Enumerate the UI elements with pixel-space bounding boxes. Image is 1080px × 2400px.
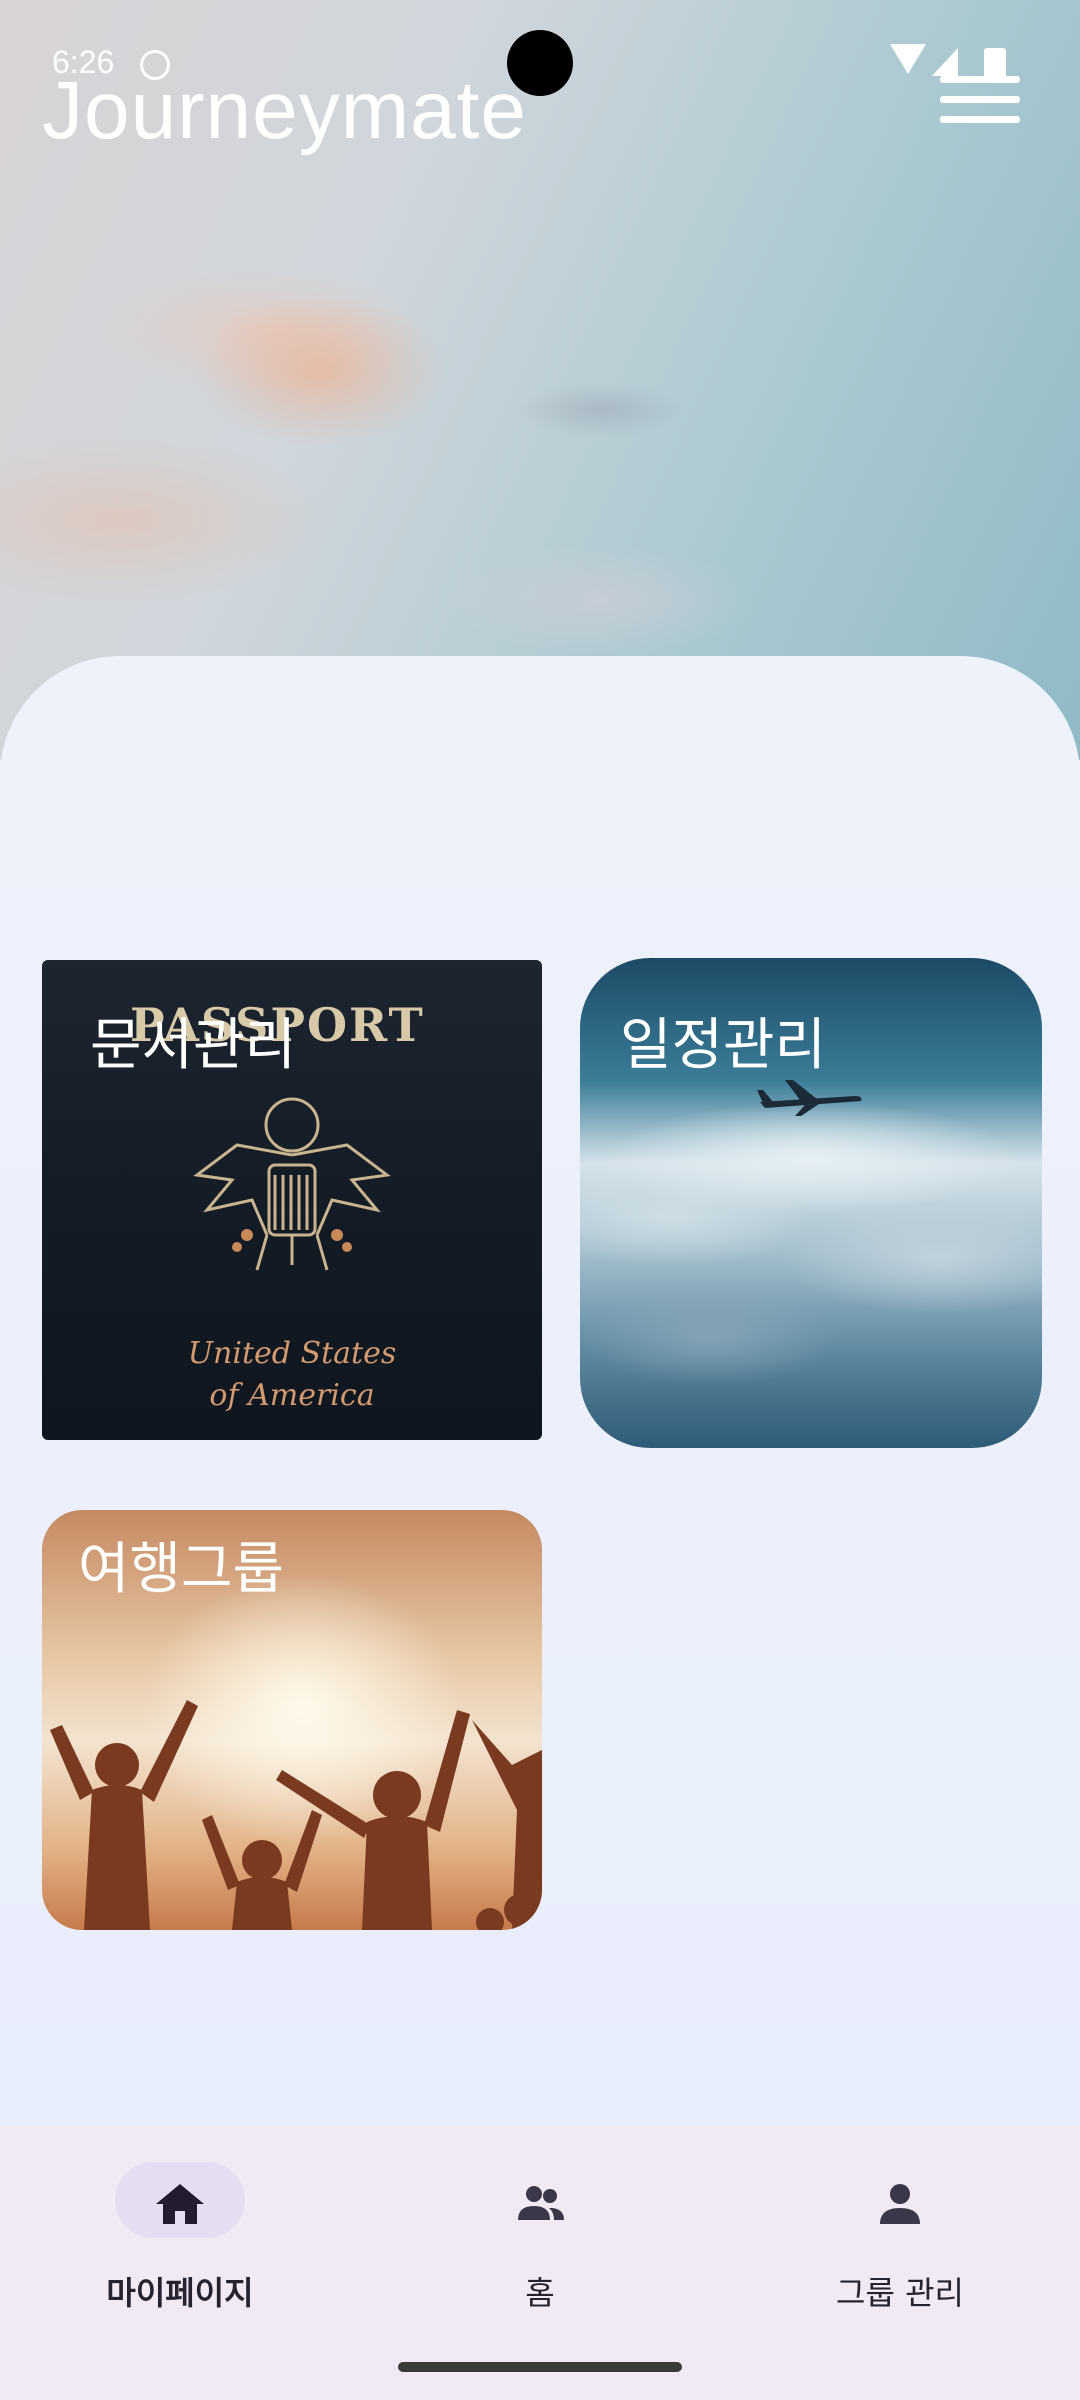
airplane-icon bbox=[757, 1080, 862, 1116]
group-card[interactable]: 여행그룹 bbox=[42, 1510, 542, 1930]
nav-item-group-management[interactable]: 그룹 관리 bbox=[750, 2162, 1050, 2332]
wifi-icon bbox=[890, 44, 926, 74]
gesture-home-indicator[interactable] bbox=[398, 2362, 682, 2372]
signal-icon bbox=[932, 48, 958, 76]
nav-item-mypage[interactable]: 마이페이지 bbox=[30, 2162, 330, 2332]
battery-icon bbox=[984, 48, 1006, 78]
passport-country-line1: United States bbox=[187, 1336, 397, 1371]
eagle-emblem-icon bbox=[193, 1097, 391, 1271]
nav-label-home: 홈 bbox=[525, 2274, 555, 2312]
bottom-navigation-bar: 마이페이지 홈 그룹 관리 bbox=[0, 2126, 1080, 2400]
app-screen: 6:26 Journeymate PASSPORT United States … bbox=[0, 0, 1080, 2400]
app-title: Journeymate bbox=[42, 65, 528, 156]
schedule-card[interactable]: 일정관리 bbox=[580, 958, 1042, 1448]
nav-label-mypage: 마이페이지 bbox=[106, 2274, 254, 2312]
nav-label-group-management: 그룹 관리 bbox=[836, 2274, 964, 2312]
nav-item-home[interactable]: 홈 bbox=[390, 2162, 690, 2332]
documents-card-label: 문서관리 bbox=[90, 1013, 297, 1078]
schedule-card-label: 일정관리 bbox=[620, 1013, 827, 1078]
hamburger-menu-icon[interactable] bbox=[940, 76, 1022, 126]
home-icon bbox=[156, 2184, 204, 2224]
passport-country-line2: of America bbox=[209, 1378, 375, 1413]
person-icon bbox=[880, 2184, 920, 2224]
documents-card[interactable]: PASSPORT United States of America 문서관리 bbox=[42, 960, 542, 1440]
group-card-label: 여행그룹 bbox=[78, 1537, 285, 1602]
group-icon bbox=[518, 2186, 564, 2220]
